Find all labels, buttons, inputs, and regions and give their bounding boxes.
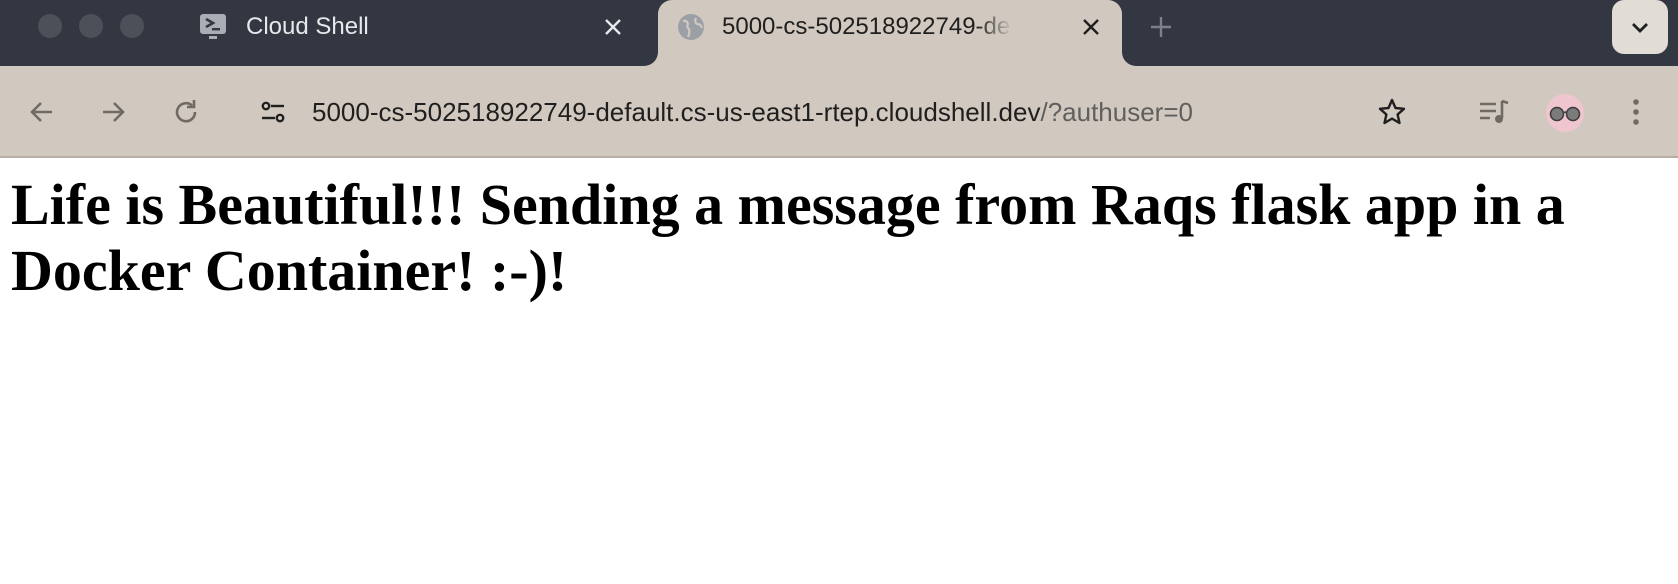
reload-icon: [175, 100, 197, 123]
close-icon[interactable]: [598, 12, 628, 42]
browser-toolbar: 5000-cs-502518922749-default.cs-us-east1…: [0, 66, 1678, 158]
chevron-down-icon: [1632, 23, 1648, 33]
reload-button[interactable]: [170, 96, 202, 128]
url-host: 5000-cs-502518922749-default.cs-us-east1…: [312, 97, 1041, 127]
tab-strip: Cloud Shell 5000-cs-502518922749-default…: [0, 0, 1678, 66]
close-icon[interactable]: [1076, 12, 1106, 42]
tab-search-button[interactable]: [1612, 0, 1668, 54]
media-queue-button[interactable]: [1478, 96, 1510, 128]
back-button[interactable]: [26, 96, 58, 128]
site-settings-button[interactable]: [257, 96, 289, 128]
url-path: /?authuser=0: [1040, 97, 1193, 127]
globe-icon: [676, 12, 706, 42]
profile-avatar[interactable]: [1546, 94, 1584, 132]
cloud-shell-terminal-icon: [198, 12, 228, 42]
site-settings-icon: [261, 101, 285, 123]
back-icon: [30, 102, 52, 122]
browser-menu-button[interactable]: [1620, 96, 1652, 128]
tab-cloud-shell[interactable]: Cloud Shell: [184, 0, 644, 66]
window-minimize-button[interactable]: [79, 14, 103, 38]
page-heading: Life is Beautiful!!! Sending a message f…: [11, 172, 1565, 303]
bookmark-button[interactable]: [1376, 96, 1408, 128]
tab-title: 5000-cs-502518922749-default.cs-us-east1…: [722, 13, 1012, 40]
menu-icon: [1633, 99, 1639, 125]
plus-icon: [1151, 17, 1171, 37]
address-bar[interactable]: 5000-cs-502518922749-default.cs-us-east1…: [312, 94, 1193, 130]
bookmark-star-icon: [1378, 98, 1406, 125]
tab-flask-app[interactable]: 5000-cs-502518922749-default.cs-us-east1…: [658, 0, 1122, 66]
tab-title: Cloud Shell: [246, 13, 369, 40]
media-queue-icon: [1480, 99, 1509, 123]
window-close-button[interactable]: [38, 14, 62, 38]
window-zoom-button[interactable]: [120, 14, 144, 38]
forward-icon: [103, 102, 125, 122]
glasses-icon: [1549, 106, 1581, 122]
new-tab-button[interactable]: [1146, 12, 1176, 42]
forward-button[interactable]: [97, 96, 129, 128]
